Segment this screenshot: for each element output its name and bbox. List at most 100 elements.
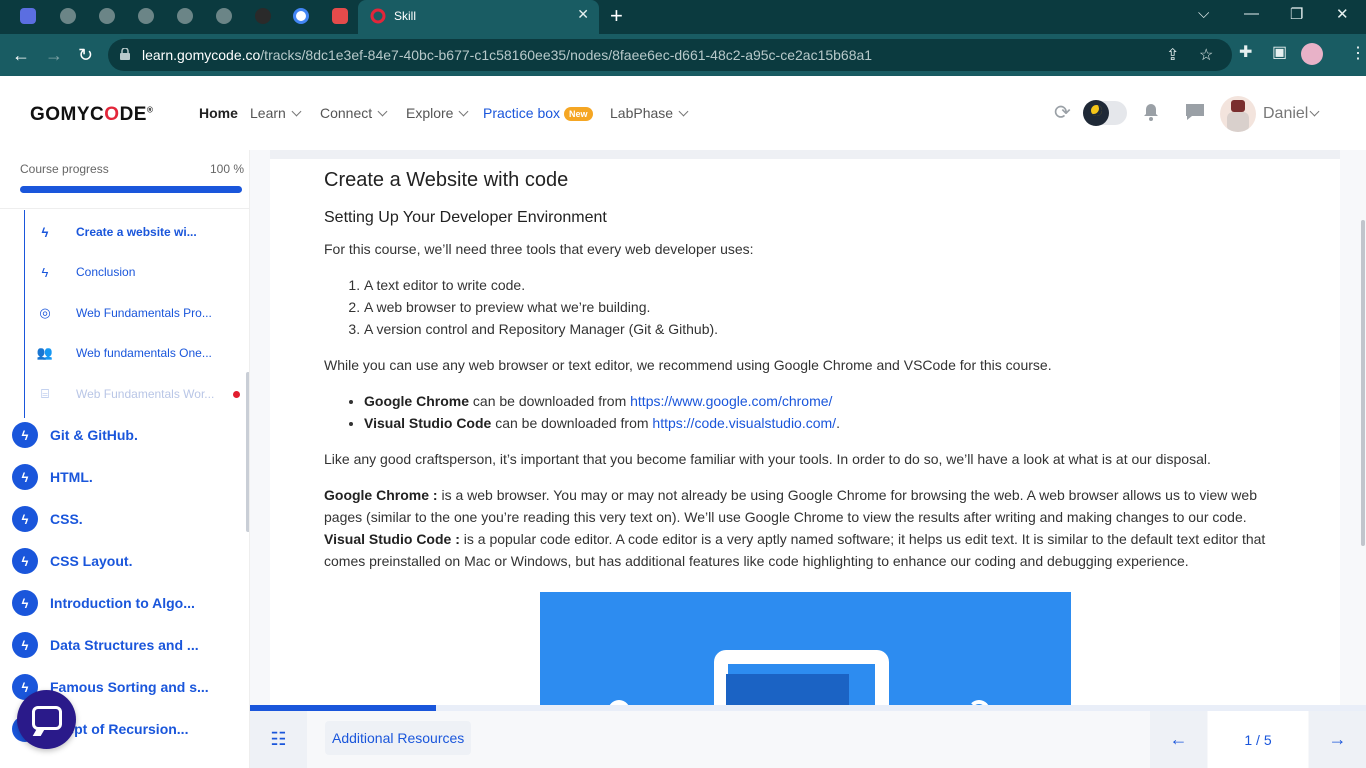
- sidebar-item-web-fundamentals-one[interactable]: 👥 Web fundamentals One...: [36, 343, 212, 363]
- divider: [0, 208, 249, 209]
- vscode-description: Visual Studio Code : is a popular code e…: [324, 531, 1266, 569]
- browser-tab-active[interactable]: Skill ✕: [358, 0, 599, 34]
- restore-icon[interactable]: ❐: [1290, 5, 1303, 23]
- moon-icon: [1091, 105, 1102, 116]
- nav-labphase[interactable]: LabPhase: [610, 105, 689, 121]
- course-progress-label: Course progress: [20, 162, 109, 176]
- bolt-icon: ϟ: [12, 506, 38, 532]
- tab-title: Skill: [394, 9, 417, 23]
- gomycode-logo[interactable]: GOMYCODE®: [30, 104, 153, 126]
- sidebar-item-web-fundamentals-project[interactable]: ◎ Web Fundamentals Pro...: [36, 303, 212, 323]
- window-close-icon[interactable]: ✕: [1336, 5, 1349, 23]
- bolt-icon: ϟ: [12, 548, 38, 574]
- minimize-icon[interactable]: —: [1244, 5, 1259, 22]
- lock-icon: [120, 48, 130, 60]
- tab-search-chevron-icon[interactable]: ⌵: [1198, 5, 1209, 22]
- nav-explore[interactable]: Explore: [406, 105, 469, 121]
- browser-menu-icon[interactable]: ⋮: [1350, 43, 1366, 63]
- chapter-git-github[interactable]: ϟ Git & GitHub.: [12, 422, 138, 448]
- chevron-down-icon: [377, 106, 388, 117]
- reload-icon[interactable]: ↻: [78, 44, 93, 66]
- course-progress-bar: [20, 186, 242, 193]
- sidebar-item-create-website[interactable]: ϟ Create a website wi...: [36, 222, 197, 242]
- bookmark-star-icon[interactable]: ☆: [1199, 45, 1213, 65]
- chevron-down-icon: [678, 106, 689, 117]
- table-of-contents-button[interactable]: ☷: [250, 711, 307, 768]
- tab-favicon-globe[interactable]: [177, 8, 193, 24]
- next-page-button[interactable]: →: [1309, 711, 1366, 768]
- tab-favicon-globe[interactable]: [138, 8, 154, 24]
- bolt-icon: ϟ: [41, 224, 49, 240]
- lesson-illustration: [540, 592, 1071, 705]
- nav-connect[interactable]: Connect: [320, 105, 388, 121]
- side-panel-icon[interactable]: ▣: [1272, 42, 1287, 62]
- sidebar-item-conclusion[interactable]: ϟ Conclusion: [36, 262, 136, 282]
- share-icon[interactable]: ⇪: [1166, 45, 1179, 65]
- timeline-line: [24, 210, 25, 418]
- additional-resources-button[interactable]: Additional Resources: [325, 721, 472, 755]
- dark-mode-toggle[interactable]: [1083, 100, 1127, 126]
- course-progress-value: 100 %: [210, 162, 245, 176]
- tab-favicon-google[interactable]: [293, 8, 309, 24]
- alert-dot: [233, 391, 240, 398]
- chapter-html[interactable]: ϟ HTML.: [12, 464, 93, 490]
- nav-learn[interactable]: Learn: [250, 105, 302, 121]
- workshop-icon: ⌸: [41, 386, 49, 401]
- nav-practice-box[interactable]: Practice box New: [483, 105, 593, 122]
- back-icon[interactable]: ←: [12, 44, 30, 66]
- chrome-download-link[interactable]: https://www.google.com/chrome/: [630, 393, 832, 409]
- chat-bubble-icon: [32, 706, 62, 730]
- vscode-download-link[interactable]: https://code.visualstudio.com/: [652, 415, 836, 431]
- forward-icon[interactable]: →: [45, 44, 63, 66]
- bolt-icon: ϟ: [12, 422, 38, 448]
- tab-favicon-dark[interactable]: [255, 8, 271, 24]
- list-item: A web browser to preview what we’re buil…: [364, 296, 1294, 318]
- site-header: GOMYCODE® Home Learn Connect Explore Pra…: [0, 76, 1366, 150]
- lesson-title: Create a Website with code: [324, 169, 569, 191]
- tab-favicon-globe[interactable]: [216, 8, 232, 24]
- lesson-card-top-strip: [270, 150, 1340, 159]
- chapter-css-layout[interactable]: ϟ CSS Layout.: [12, 548, 132, 574]
- new-tab-icon[interactable]: +: [610, 4, 623, 28]
- user-avatar[interactable]: [1220, 96, 1256, 132]
- tab-favicon-app[interactable]: [20, 8, 36, 24]
- bolt-icon: ϟ: [12, 464, 38, 490]
- chrome-description: Google Chrome : is a web browser. You ma…: [324, 487, 1257, 525]
- chapter-css[interactable]: ϟ CSS.: [12, 506, 83, 532]
- chat-support-button[interactable]: [17, 690, 76, 749]
- user-menu[interactable]: Daniel: [1263, 105, 1320, 123]
- tools-list: A text editor to write code. A web brows…: [364, 274, 1294, 340]
- list-item: A text editor to write code.: [364, 274, 1294, 296]
- bolt-icon: ϟ: [12, 632, 38, 658]
- browser-profile-avatar[interactable]: [1301, 43, 1323, 65]
- toggle-knob: [1083, 100, 1109, 126]
- url-text: learn.gomycode.co/tracks/8dc1e3ef-84e7-4…: [142, 47, 873, 63]
- page-scrollbar[interactable]: [1361, 220, 1365, 546]
- refresh-icon[interactable]: ⟳: [1054, 100, 1071, 125]
- target-icon: ◎: [39, 305, 51, 320]
- tab-close-icon[interactable]: ✕: [577, 6, 589, 23]
- chapter-intro-algorithms[interactable]: ϟ Introduction to Algo...: [12, 590, 195, 616]
- monitor-screen: [726, 674, 849, 705]
- tab-favicon-globe[interactable]: [99, 8, 115, 24]
- bell-icon[interactable]: [1141, 102, 1161, 122]
- bolt-icon: ϟ: [41, 264, 49, 280]
- browser-tab-strip: Skill ✕ + ⌵ — ❐ ✕: [0, 0, 1366, 34]
- chevron-down-icon: [1309, 106, 1320, 117]
- sidebar-item-web-fundamentals-workshop[interactable]: ⌸ Web Fundamentals Wor...: [36, 384, 214, 404]
- page-indicator: 1 / 5: [1208, 711, 1308, 768]
- extensions-puzzle-icon[interactable]: ✚: [1239, 42, 1252, 62]
- messages-icon[interactable]: [1184, 102, 1206, 122]
- nav-home[interactable]: Home: [199, 105, 238, 121]
- people-icon: 👥: [36, 345, 54, 360]
- course-sidebar: Course progress 100 % ϟ Create a website …: [0, 150, 250, 768]
- list-item: Google Chrome can be downloaded from htt…: [364, 390, 1294, 412]
- tab-favicon-red[interactable]: [332, 8, 348, 24]
- address-bar[interactable]: learn.gomycode.co/tracks/8dc1e3ef-84e7-4…: [108, 39, 1232, 71]
- arrow-left-icon: ←: [1169, 729, 1188, 749]
- chapter-data-structures[interactable]: ϟ Data Structures and ...: [12, 632, 199, 658]
- tab-favicon-globe[interactable]: [60, 8, 76, 24]
- previous-page-button[interactable]: ←: [1150, 711, 1207, 768]
- lesson-intro: For this course, we’ll need three tools …: [324, 241, 754, 257]
- lesson-area: Create a Website with code Setting Up Yo…: [250, 150, 1366, 705]
